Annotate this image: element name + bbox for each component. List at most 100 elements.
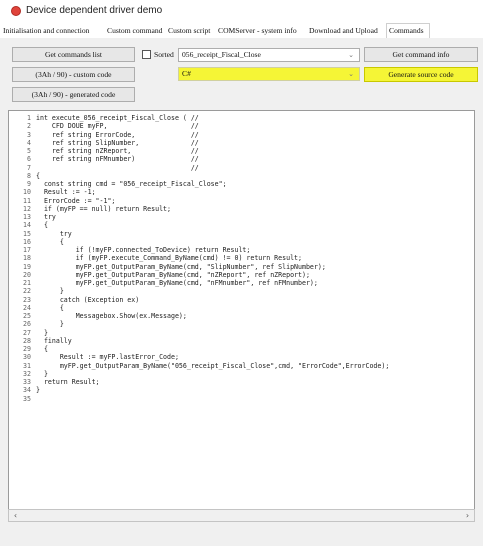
sorted-checkbox[interactable] xyxy=(142,50,151,59)
custom-code-button[interactable]: (3Ah / 90) - custom code xyxy=(12,67,135,82)
scroll-left-arrow-icon[interactable]: ‹ xyxy=(9,510,22,521)
tab-download-upload[interactable]: Download and Upload xyxy=(307,24,385,37)
code-line: 29 { xyxy=(9,345,468,353)
code-text: // xyxy=(36,163,199,172)
code-line: 26 } xyxy=(9,320,468,328)
code-text: try xyxy=(36,213,56,221)
line-number: 20 xyxy=(23,270,31,279)
line-number: 15 xyxy=(23,229,31,238)
command-select[interactable]: 056_receipt_Fiscal_Close ⌄ xyxy=(178,48,360,62)
tab-commands[interactable]: Commands xyxy=(386,23,430,38)
code-text: if (myFP == null) return Result; xyxy=(36,204,171,213)
line-number: 34 xyxy=(23,386,31,395)
code-line: 2 CFD DOUE myFP, // xyxy=(9,122,468,130)
code-text: Result := myFP.lastError_Code; xyxy=(36,353,179,362)
code-text: { xyxy=(36,237,64,246)
code-line: 24 { xyxy=(9,304,468,312)
get-command-info-button[interactable]: Get command info xyxy=(364,47,478,62)
code-text: { xyxy=(36,221,48,230)
code-text: myFP.get_OutputParam_ByName(cmd, "nZRepo… xyxy=(36,270,310,279)
code-line: 5 ref string nZReport, // xyxy=(9,147,468,155)
code-line: 22 } xyxy=(9,287,468,295)
line-number: 2 xyxy=(27,122,31,131)
code-text: { xyxy=(36,303,64,312)
code-text: Messagebox.Show(ex.Message); xyxy=(36,312,187,320)
code-line: 23 catch (Exception ex) xyxy=(9,296,468,304)
line-number: 23 xyxy=(23,295,31,304)
line-number: 14 xyxy=(23,221,31,230)
generate-source-code-button[interactable]: Generate source code xyxy=(364,67,478,82)
code-text: int execute_056_receipt_Fiscal_Close ( /… xyxy=(36,114,199,122)
line-number: 28 xyxy=(23,336,31,345)
code-line: 1 int execute_056_receipt_Fiscal_Close ( … xyxy=(9,114,468,122)
line-number: 31 xyxy=(23,361,31,370)
code-text: if (!myFP.connected_ToDevice) return Res… xyxy=(36,246,251,254)
code-line: 31 myFP.get_OutputParam_ByName("056_rece… xyxy=(9,362,468,370)
code-line: 16 { xyxy=(9,238,468,246)
scroll-right-arrow-icon[interactable]: › xyxy=(461,510,474,521)
code-line: 4 ref string SlipNumber, // xyxy=(9,139,468,147)
code-text: { xyxy=(36,171,40,180)
tab-comserver-system-info[interactable]: COMServer - system info xyxy=(216,24,306,37)
code-line: 33 return Result; xyxy=(9,378,468,386)
code-text: try xyxy=(36,229,72,238)
line-number: 12 xyxy=(23,204,31,213)
line-number: 8 xyxy=(27,171,31,180)
code-line: 17 if (!myFP.connected_ToDevice) return … xyxy=(9,246,468,254)
code-text: } xyxy=(36,328,48,337)
code-editor[interactable]: 1 int execute_056_receipt_Fiscal_Close ( … xyxy=(8,110,475,510)
code-line: 28 finally xyxy=(9,337,468,345)
code-line: 12 if (myFP == null) return Result; xyxy=(9,205,468,213)
line-number: 24 xyxy=(23,303,31,312)
chevron-down-icon[interactable]: ⌄ xyxy=(348,49,354,61)
code-line: 3 ref string ErrorCode, // xyxy=(9,131,468,139)
language-select[interactable]: C# ⌄ xyxy=(178,67,360,81)
code-line: 11 ErrorCode := "-1"; xyxy=(9,197,468,205)
code-line: 15 try xyxy=(9,230,468,238)
horizontal-scrollbar[interactable]: ‹ › xyxy=(8,509,475,522)
generated-code-button[interactable]: (3Ah / 90) - generated code xyxy=(12,87,135,102)
line-number: 10 xyxy=(23,188,31,197)
title-bar: Device dependent driver demo xyxy=(0,0,483,22)
line-number: 33 xyxy=(23,378,31,386)
code-line: 18 if (myFP.execute_Command_ByName(cmd) … xyxy=(9,254,468,262)
code-text: } xyxy=(36,386,40,395)
language-select-value: C# xyxy=(182,69,191,78)
line-number: 30 xyxy=(23,353,31,362)
code-text: CFD DOUE myFP, // xyxy=(36,122,199,131)
code-line: 14 { xyxy=(9,221,468,229)
code-text: myFP.get_OutputParam_ByName(cmd, "nFMnum… xyxy=(36,279,318,287)
line-number: 27 xyxy=(23,328,31,337)
line-number: 1 xyxy=(27,114,31,122)
command-select-value: 056_receipt_Fiscal_Close xyxy=(182,50,261,59)
line-number: 19 xyxy=(23,262,31,271)
chevron-down-icon[interactable]: ⌄ xyxy=(348,68,354,80)
line-number: 21 xyxy=(23,279,31,287)
code-text: const string cmd = "056_receipt_Fiscal_C… xyxy=(36,180,227,188)
code-line: 7 // xyxy=(9,164,468,172)
code-text: catch (Exception ex) xyxy=(36,295,140,304)
code-line: 35 xyxy=(9,395,468,403)
code-text: ErrorCode := "-1"; xyxy=(36,196,116,205)
code-text: } xyxy=(36,369,48,378)
tab-custom-script[interactable]: Custom script xyxy=(166,24,214,37)
code-text: return Result; xyxy=(36,378,100,386)
code-line: 6 ref string nFMnumber) // xyxy=(9,155,468,163)
code-line: 21 myFP.get_OutputParam_ByName(cmd, "nFM… xyxy=(9,279,468,287)
line-number: 7 xyxy=(27,163,31,172)
code-text: { xyxy=(36,345,48,353)
line-number: 11 xyxy=(23,196,31,205)
line-number: 6 xyxy=(27,155,31,164)
tab-initialisation[interactable]: Initialisation and connection xyxy=(1,24,104,37)
get-commands-list-button[interactable]: Get commands list xyxy=(12,47,135,62)
code-line: 20 myFP.get_OutputParam_ByName(cmd, "nZR… xyxy=(9,271,468,279)
code-line: 30 Result := myFP.lastError_Code; xyxy=(9,353,468,361)
code-text: ref string nZReport, // xyxy=(36,147,199,155)
line-number: 35 xyxy=(23,394,31,403)
tab-custom-command[interactable]: Custom command xyxy=(105,24,164,37)
code-text: ref string SlipNumber, // xyxy=(36,138,199,147)
code-line: 34} xyxy=(9,386,468,394)
code-line: 19 myFP.get_OutputParam_ByName(cmd, "Sli… xyxy=(9,263,468,271)
line-number: 26 xyxy=(23,320,31,329)
code-text: } xyxy=(36,320,64,329)
